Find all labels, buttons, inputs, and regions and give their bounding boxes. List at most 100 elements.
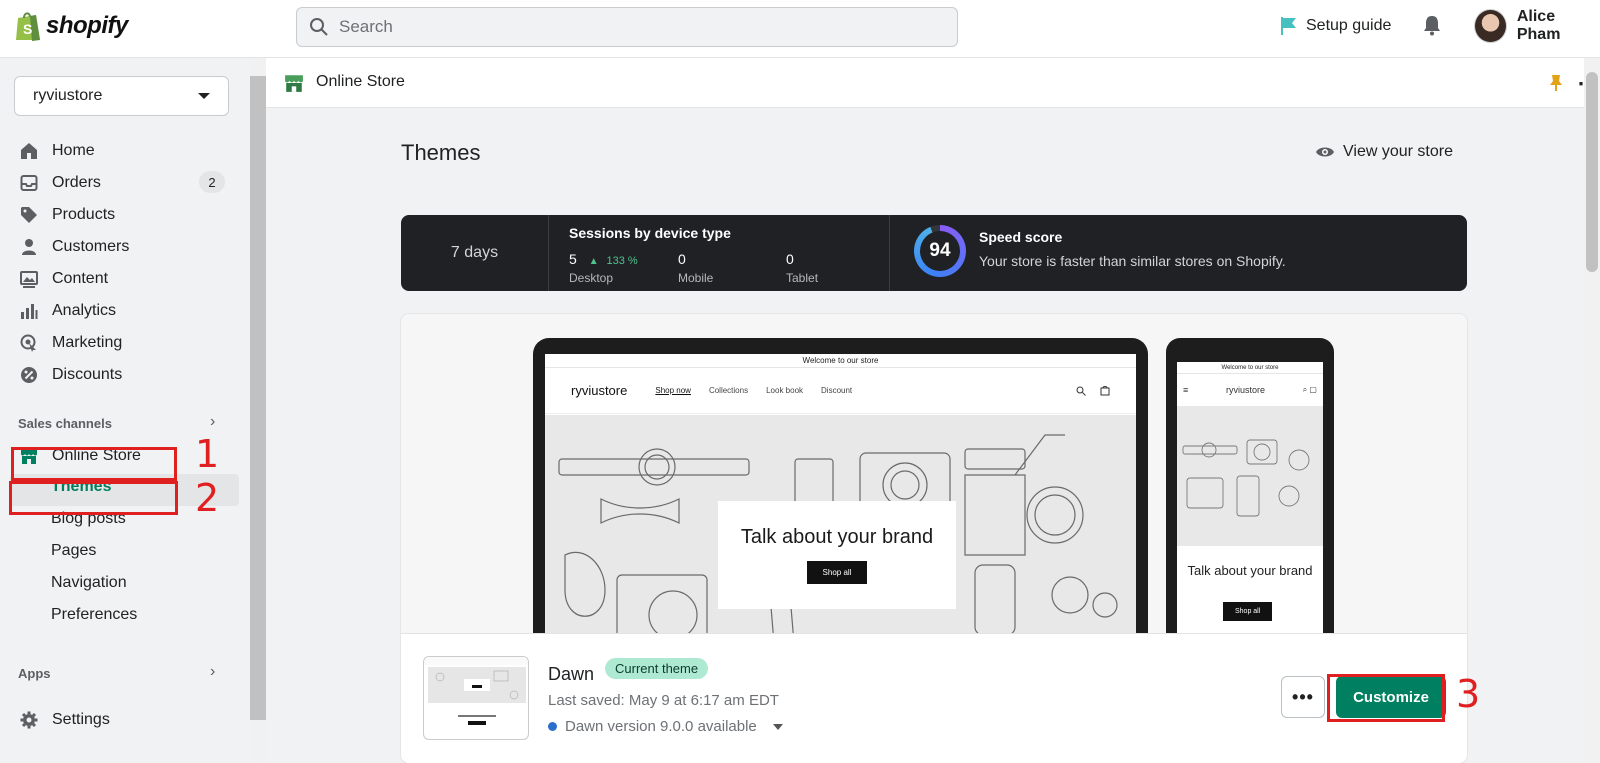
flag-icon <box>1281 17 1296 35</box>
sidebar-item-label: Orders <box>52 174 101 191</box>
mobile-shop-all-button: Shop all <box>1223 602 1273 621</box>
setup-guide-label: Setup guide <box>1306 17 1392 34</box>
period-selector[interactable]: 7 days <box>401 215 549 291</box>
desktop-preview: Welcome to our store ryviustore Shop now… <box>533 338 1148 633</box>
speed-score-title: Speed score <box>979 229 1063 245</box>
annotation-box-customize <box>1327 674 1445 722</box>
speed-score-gauge[interactable]: 94 <box>914 225 966 277</box>
annotation-number-2: 2 <box>195 476 220 520</box>
person-icon <box>22 239 36 255</box>
hamburger-icon: ≡ <box>1183 385 1189 395</box>
sidebar-scrollbar-thumb[interactable] <box>250 76 266 720</box>
nav-link: Collections <box>708 386 749 395</box>
shopify-bag-icon: S <box>16 12 40 41</box>
nav-link: Look book <box>766 386 804 395</box>
main-scrollbar-thumb[interactable] <box>1586 72 1598 272</box>
sidebar-item-customers[interactable]: Customers <box>20 235 129 259</box>
sidebar-item-analytics[interactable]: Analytics <box>20 299 116 323</box>
tablet-value: 0 <box>786 251 794 267</box>
image-icon <box>20 271 38 288</box>
mobile-store-nav: ≡ ryviustore ⌕ ▢ <box>1177 374 1323 406</box>
info-dot-icon <box>548 722 557 731</box>
nav-link: Shop now <box>655 386 691 395</box>
annotation-number-3: 3 <box>1456 672 1481 716</box>
divider <box>889 215 890 291</box>
orders-count-badge: 2 <box>199 171 225 193</box>
sidebar-item-products[interactable]: Products <box>20 203 115 227</box>
hero-text-box: Talk about your brand Shop all <box>718 501 956 609</box>
store-brand: ryviustore <box>571 383 628 398</box>
mobile-label: Mobile <box>678 271 714 285</box>
setup-guide-button[interactable]: Setup guide <box>1280 16 1391 36</box>
nav-link: Discount <box>821 386 853 395</box>
chevron-right-icon[interactable]: › <box>210 413 215 431</box>
sidebar-item-label: Customers <box>52 238 130 255</box>
home-icon <box>21 143 37 159</box>
sales-channels-label: Sales channels <box>18 416 112 431</box>
top-bar: S shopify Search Setup guide Alice Pham <box>0 0 1600 58</box>
version-text: Dawn version 9.0.0 available <box>565 718 757 735</box>
sidebar-item-content[interactable]: Content <box>20 267 108 291</box>
mobile-stat: 0 Mobile <box>678 251 713 285</box>
shopify-logo[interactable]: S shopify <box>14 10 128 42</box>
search-input[interactable]: Search <box>296 7 958 47</box>
theme-name: Dawn <box>548 664 595 684</box>
sidebar-item-label: Discounts <box>52 366 123 383</box>
annotation-box-online-store <box>11 447 177 481</box>
tablet-label: Tablet <box>786 271 819 285</box>
theme-info-row: Dawn Current theme Last saved: May 9 at … <box>401 634 1467 763</box>
last-saved-text: Last saved: May 9 at 6:17 am EDT <box>548 692 779 709</box>
mobile-hero-illustration <box>1177 406 1323 546</box>
sidebar: ryviustore Home Orders 2 Products Custom… <box>0 58 250 763</box>
sidebar-item-label: Products <box>52 206 116 223</box>
mobile-hero-heading: Talk about your brand <box>1187 563 1313 578</box>
search-cart-icons: ⌕ ▢ <box>1302 385 1317 394</box>
store-name: ryviustore <box>33 87 103 104</box>
chevron-right-icon[interactable]: › <box>210 663 215 681</box>
sidebar-subitem-preferences[interactable]: Preferences <box>51 606 137 624</box>
announcement-bar: Welcome to our store <box>545 354 1136 368</box>
search-icon <box>310 18 328 36</box>
view-store-link[interactable]: View your store <box>1315 143 1453 161</box>
pin-button[interactable] <box>1549 74 1563 97</box>
tag-icon <box>21 207 37 223</box>
page-header: Online Store <box>266 58 1600 108</box>
announcement-bar: Welcome to our store <box>1177 362 1323 374</box>
notifications-button[interactable] <box>1422 14 1442 41</box>
sidebar-item-home[interactable]: Home <box>20 139 95 163</box>
sidebar-item-orders[interactable]: Orders <box>20 171 101 195</box>
desktop-stat: 5 ▲ 133 % Desktop <box>569 251 638 285</box>
svg-text:S: S <box>23 21 32 37</box>
shop-all-button: Shop all <box>806 561 868 584</box>
arrow-up-icon: ▲ <box>588 256 599 267</box>
annotation-number-1: 1 <box>195 432 220 476</box>
search-icon <box>1076 386 1086 396</box>
cart-icon <box>1100 385 1110 395</box>
sidebar-subitem-pages[interactable]: Pages <box>51 542 96 560</box>
sidebar-item-label: Settings <box>52 711 110 728</box>
theme-actions-button[interactable]: ••• <box>1281 676 1325 718</box>
store-icon <box>285 75 303 92</box>
sidebar-item-settings[interactable]: Settings <box>20 708 110 732</box>
user-menu[interactable]: Alice Pham <box>1474 8 1600 44</box>
sidebar-item-label: Analytics <box>52 302 117 319</box>
current-theme-card: Welcome to our store ryviustore Shop now… <box>401 314 1467 763</box>
version-available-dropdown[interactable]: Dawn version 9.0.0 available <box>548 718 783 735</box>
sidebar-subitem-navigation[interactable]: Navigation <box>51 574 127 592</box>
eye-icon <box>1316 147 1334 157</box>
logo-text: shopify <box>46 12 128 39</box>
gear-icon <box>20 711 38 729</box>
desktop-label: Desktop <box>569 271 614 285</box>
caret-down-icon <box>772 723 783 730</box>
sidebar-item-label: Marketing <box>52 334 123 351</box>
sidebar-item-marketing[interactable]: Marketing <box>20 331 122 355</box>
page-header-title: Online Store <box>316 73 405 90</box>
store-selector[interactable]: ryviustore <box>14 76 229 116</box>
mobile-preview: Welcome to our store ≡ ryviustore ⌕ ▢ Ta… <box>1166 338 1334 633</box>
mobile-value: 0 <box>678 251 686 267</box>
search-placeholder: Search <box>339 17 393 36</box>
caret-down-icon <box>198 93 210 99</box>
theme-preview[interactable]: Welcome to our store ryviustore Shop now… <box>401 314 1467 634</box>
hero-lineart-image <box>1182 439 1310 517</box>
sidebar-item-discounts[interactable]: Discounts <box>20 363 122 387</box>
